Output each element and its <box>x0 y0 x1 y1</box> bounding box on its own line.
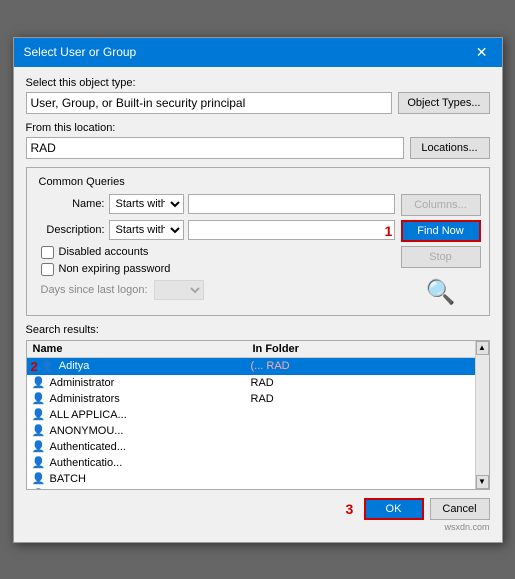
location-label: From this location: <box>26 122 490 134</box>
user-icon: 👤 <box>31 392 47 406</box>
object-type-row: Object Types... <box>26 92 490 114</box>
non-expiring-checkbox[interactable] <box>41 263 54 276</box>
results-table: Name In Folder 2👤 Aditya(... RAD👤 Admini… <box>27 341 475 489</box>
result-folder: (... RAD <box>251 360 471 372</box>
table-row[interactable]: 👤 CONSOLE L... <box>27 487 475 489</box>
non-expiring-checkbox-row: Non expiring password <box>41 263 395 276</box>
table-row[interactable]: 👤 BATCH <box>27 471 475 487</box>
search-results-label: Search results: <box>26 324 490 336</box>
scrollbar-track[interactable] <box>476 355 489 475</box>
find-now-wrapper: Find Now 1 <box>401 220 481 242</box>
result-name: 2👤 Aditya <box>31 359 251 374</box>
result-name: 👤 CONSOLE L... <box>31 488 251 489</box>
object-type-label: Select this object type: <box>26 77 490 89</box>
result-name: 👤 ALL APPLICA... <box>31 408 251 422</box>
scroll-down-arrow[interactable]: ▼ <box>476 475 489 489</box>
user-icon: 👤 <box>31 376 47 390</box>
logon-select[interactable] <box>154 280 204 300</box>
columns-button[interactable]: Columns... <box>401 194 481 216</box>
desc-input[interactable] <box>188 220 395 240</box>
right-buttons: Columns... Find Now 1 Stop 🔍 <box>401 194 481 307</box>
ok-button-wrapper: 3 OK <box>364 498 424 520</box>
desc-label: Description: <box>35 224 105 236</box>
results-header: Name In Folder <box>27 341 475 358</box>
result-name: 👤 BATCH <box>31 472 251 486</box>
queries-left: Name: Starts with Description: Starts wi… <box>35 194 395 307</box>
queries-columns-area: Name: Starts with Description: Starts wi… <box>35 194 481 307</box>
user-icon: 👤 <box>40 359 56 373</box>
locations-button[interactable]: Locations... <box>410 137 490 159</box>
common-queries-title: Common Queries <box>35 176 129 188</box>
object-types-button[interactable]: Object Types... <box>398 92 489 114</box>
dialog-title: Select User or Group <box>24 45 137 59</box>
name-label: Name: <box>35 198 105 210</box>
user-icon: 👤 <box>31 472 47 486</box>
table-row[interactable]: 👤 AdministratorsRAD <box>27 391 475 407</box>
logon-row: Days since last logon: <box>41 280 395 300</box>
disabled-label: Disabled accounts <box>59 246 149 258</box>
results-rows: 2👤 Aditya(... RAD👤 AdministratorRAD👤 Adm… <box>27 358 475 489</box>
table-row[interactable]: 👤 AdministratorRAD <box>27 375 475 391</box>
result-folder: RAD <box>251 393 471 405</box>
title-bar: Select User or Group ✕ <box>14 38 502 67</box>
find-now-button[interactable]: Find Now <box>401 220 481 242</box>
key-icon: 🔍 <box>401 278 481 307</box>
results-container: Name In Folder 2👤 Aditya(... RAD👤 Admini… <box>26 340 490 490</box>
result-name: 👤 ANONYMOU... <box>31 424 251 438</box>
table-row[interactable]: 👤 ALL APPLICA... <box>27 407 475 423</box>
result-name: 👤 Administrators <box>31 392 251 406</box>
stop-button[interactable]: Stop <box>401 246 481 268</box>
header-name: Name <box>31 342 251 356</box>
user-icon: 👤 <box>31 408 47 422</box>
name-input[interactable] <box>188 194 395 214</box>
user-icon: 👤 <box>31 440 47 454</box>
find-now-badge: 1 <box>385 223 393 239</box>
result-name: 👤 Authenticated... <box>31 440 251 454</box>
location-row: Locations... <box>26 137 490 159</box>
table-row[interactable]: 👤 Authenticated... <box>27 439 475 455</box>
common-queries-group: Common Queries Name: Starts with Descrip… <box>26 167 490 316</box>
table-row[interactable]: 👤 ANONYMOU... <box>27 423 475 439</box>
row-badge: 2 <box>31 359 38 374</box>
scrollbar: ▲ ▼ <box>475 341 489 489</box>
desc-filter-select[interactable]: Starts with <box>109 220 184 240</box>
select-user-dialog: Select User or Group ✕ Select this objec… <box>13 37 503 543</box>
table-row[interactable]: 2👤 Aditya(... RAD <box>27 358 475 375</box>
ok-button[interactable]: OK <box>364 498 424 520</box>
non-expiring-label: Non expiring password <box>59 263 171 275</box>
result-name: 👤 Administrator <box>31 376 251 390</box>
ok-badge: 3 <box>346 501 354 517</box>
result-name: 👤 Authenticatio... <box>31 456 251 470</box>
name-filter-select[interactable]: Starts with <box>109 194 184 214</box>
table-row[interactable]: 👤 Authenticatio... <box>27 455 475 471</box>
header-folder: In Folder <box>251 342 471 356</box>
logon-label: Days since last logon: <box>41 284 148 296</box>
user-icon: 👤 <box>31 456 47 470</box>
result-folder: RAD <box>251 377 471 389</box>
user-icon: 👤 <box>31 424 47 438</box>
close-button[interactable]: ✕ <box>472 44 492 61</box>
disabled-checkbox[interactable] <box>41 246 54 259</box>
object-type-input[interactable] <box>26 92 393 114</box>
location-input[interactable] <box>26 137 404 159</box>
name-field-row: Name: Starts with <box>35 194 395 214</box>
scroll-up-arrow[interactable]: ▲ <box>476 341 489 355</box>
watermark: wsxdn.com <box>26 520 490 532</box>
cancel-button[interactable]: Cancel <box>430 498 490 520</box>
disabled-checkbox-row: Disabled accounts <box>41 246 395 259</box>
desc-field-row: Description: Starts with <box>35 220 395 240</box>
user-icon: 👤 <box>31 488 47 489</box>
bottom-row: 3 OK Cancel <box>26 498 490 520</box>
dialog-body: Select this object type: Object Types...… <box>14 67 502 542</box>
